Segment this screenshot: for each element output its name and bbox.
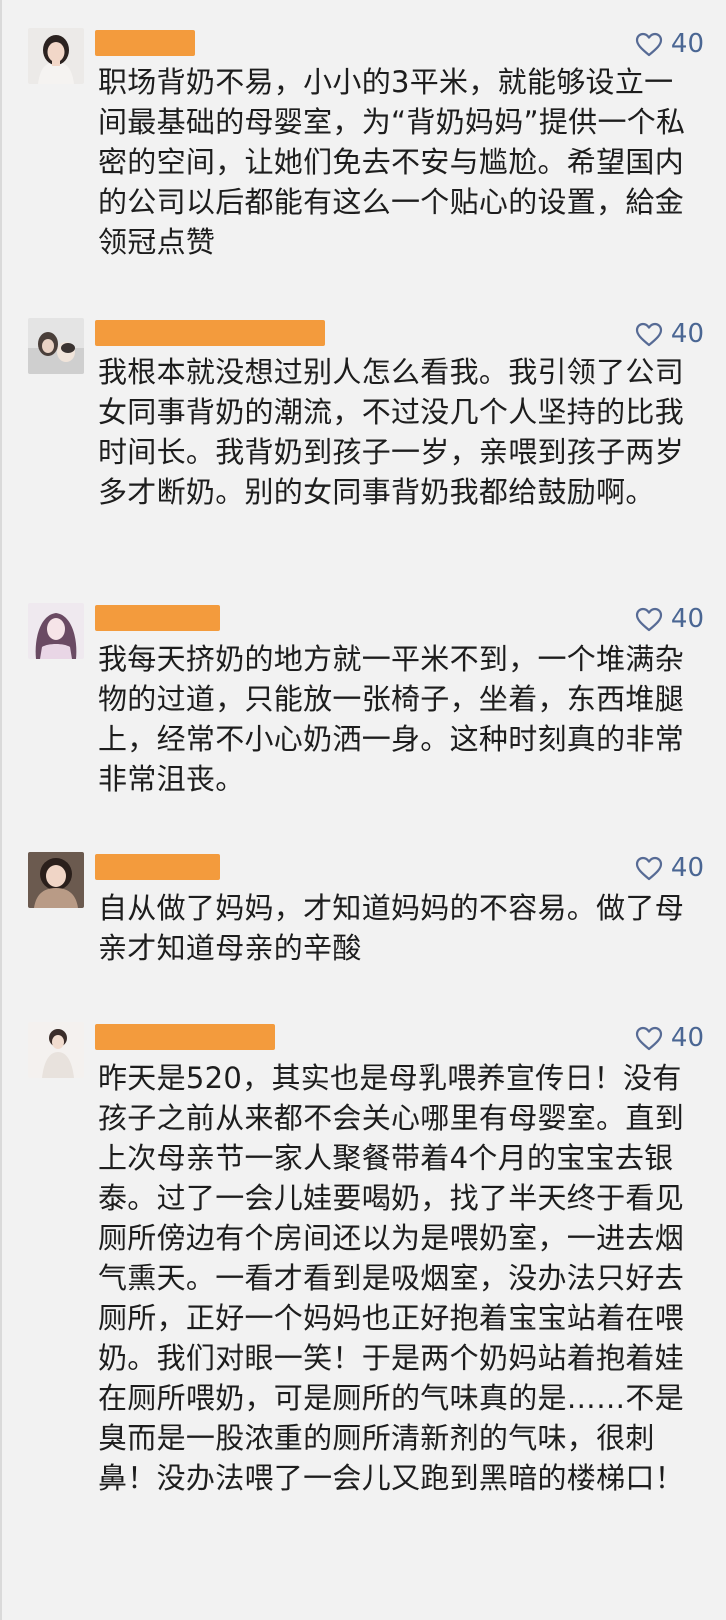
comment-text: 昨天是520，其实也是母乳喂养宣传日！没有孩子之前从来都不会关心哪里有母婴室。直… (98, 1061, 685, 1495)
heart-outline-icon (635, 322, 663, 346)
left-divider (0, 0, 2, 1620)
heart-outline-icon (635, 1026, 663, 1050)
avatar[interactable] (28, 318, 84, 374)
like-count: 40 (670, 604, 704, 634)
heart-outline-icon (635, 856, 663, 880)
username-redacted[interactable] (95, 605, 220, 631)
comment-text: 职场背奶不易，小小的3平米，就能够设立一间最基础的母婴室，为“背奶妈妈”提供一个… (98, 65, 686, 259)
like-count: 40 (670, 319, 704, 349)
avatar-image (28, 603, 84, 659)
avatar-image (28, 28, 84, 84)
comment-text: 我根本就没想过别人怎么看我。我引领了公司女同事背奶的潮流，不过没几个人坚持的比我… (98, 355, 685, 509)
avatar[interactable] (28, 28, 84, 84)
like-count: 40 (670, 853, 704, 883)
like-button[interactable]: 40 (635, 603, 704, 635)
username-redacted[interactable] (95, 1024, 275, 1050)
avatar[interactable] (28, 1022, 84, 1078)
avatar-image (28, 318, 84, 374)
username-redacted[interactable] (95, 320, 325, 346)
avatar-image (28, 1022, 84, 1078)
avatar[interactable] (28, 603, 84, 659)
avatar[interactable] (28, 852, 84, 908)
like-count: 40 (670, 1023, 704, 1053)
heart-outline-icon (635, 32, 663, 56)
username-redacted[interactable] (95, 854, 220, 880)
like-button[interactable]: 40 (635, 28, 704, 60)
like-button[interactable]: 40 (635, 1022, 704, 1054)
comment-text: 我每天挤奶的地方就一平米不到，一个堆满杂物的过道，只能放一张椅子，坐着，东西堆腿… (98, 642, 685, 796)
comment-feed: 40 职场背奶不易，小小的3平米，就能够设立一间最基础的母婴室，为“背奶妈妈”提… (0, 0, 726, 1620)
avatar-image (28, 852, 84, 908)
comment-text: 自从做了妈妈，才知道妈妈的不容易。做了母亲才知道母亲的辛酸 (98, 891, 685, 965)
heart-outline-icon (635, 607, 663, 631)
username-redacted[interactable] (95, 30, 195, 56)
like-button[interactable]: 40 (635, 852, 704, 884)
like-count: 40 (670, 29, 704, 59)
like-button[interactable]: 40 (635, 318, 704, 350)
